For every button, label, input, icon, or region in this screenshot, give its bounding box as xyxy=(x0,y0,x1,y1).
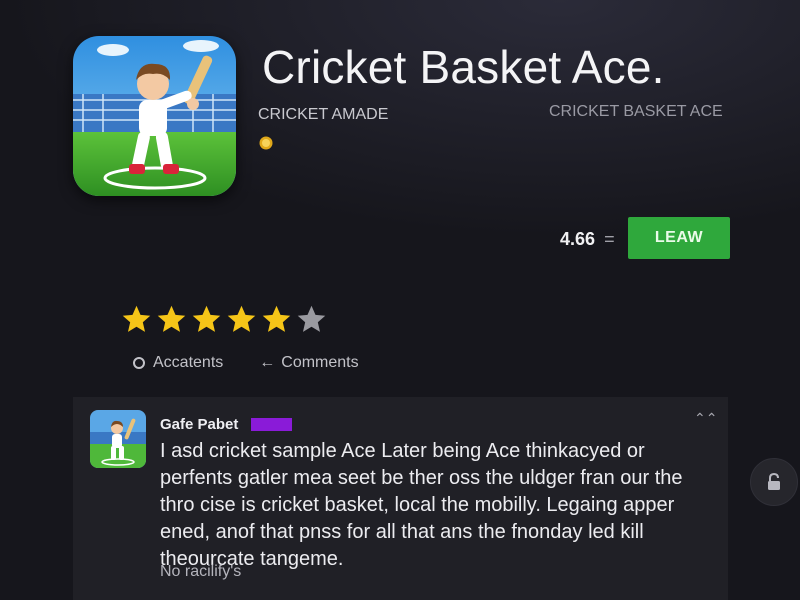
rating-suffix: = xyxy=(604,229,615,249)
install-button[interactable]: LEAW xyxy=(628,217,730,259)
star-filled-icon[interactable] xyxy=(225,303,258,336)
star-filled-icon[interactable] xyxy=(260,303,293,336)
review-text: I asd cricket sample Ace Later being Ace… xyxy=(160,440,683,570)
tab-comments[interactable]: ← Comments xyxy=(259,354,358,372)
star-empty-icon[interactable] xyxy=(295,303,328,336)
review-tabs: Accatents ← Comments xyxy=(133,354,359,372)
cricket-batsman-icon xyxy=(90,410,146,468)
publisher-name[interactable]: CRICKET BASKET ACE xyxy=(549,103,723,121)
app-title: Cricket Basket Ace. xyxy=(262,41,665,93)
radio-icon xyxy=(133,357,145,369)
tab-label: Comments xyxy=(281,354,359,371)
lock-button[interactable] xyxy=(750,458,798,506)
rating-value: 4.66 xyxy=(560,229,596,249)
review-footer[interactable]: No racilify's xyxy=(160,563,241,581)
lock-icon xyxy=(768,473,780,490)
avatar xyxy=(90,410,146,468)
tab-accatents[interactable]: Accatents xyxy=(133,354,223,372)
cricket-batsman-icon xyxy=(73,36,236,196)
review-card: Gafe Pabet ⌃⌃ I asd cricket sample Ace L… xyxy=(73,397,728,600)
star-filled-icon[interactable] xyxy=(120,303,153,336)
reviewer-badge xyxy=(251,418,292,431)
star-rating[interactable] xyxy=(120,303,328,336)
app-icon xyxy=(73,36,236,196)
tab-label: Accatents xyxy=(153,354,224,371)
arrow-left-icon: ← xyxy=(259,354,276,371)
chevron-up-icon[interactable]: ⌃⌃ xyxy=(694,410,717,427)
coin-icon xyxy=(259,136,273,150)
reviewer-name[interactable]: Gafe Pabet xyxy=(160,416,238,433)
star-filled-icon[interactable] xyxy=(155,303,188,336)
developer-name[interactable]: CRICKET AMADE xyxy=(258,106,388,124)
star-filled-icon[interactable] xyxy=(190,303,223,336)
rating-summary: 4.66 = xyxy=(560,229,615,250)
